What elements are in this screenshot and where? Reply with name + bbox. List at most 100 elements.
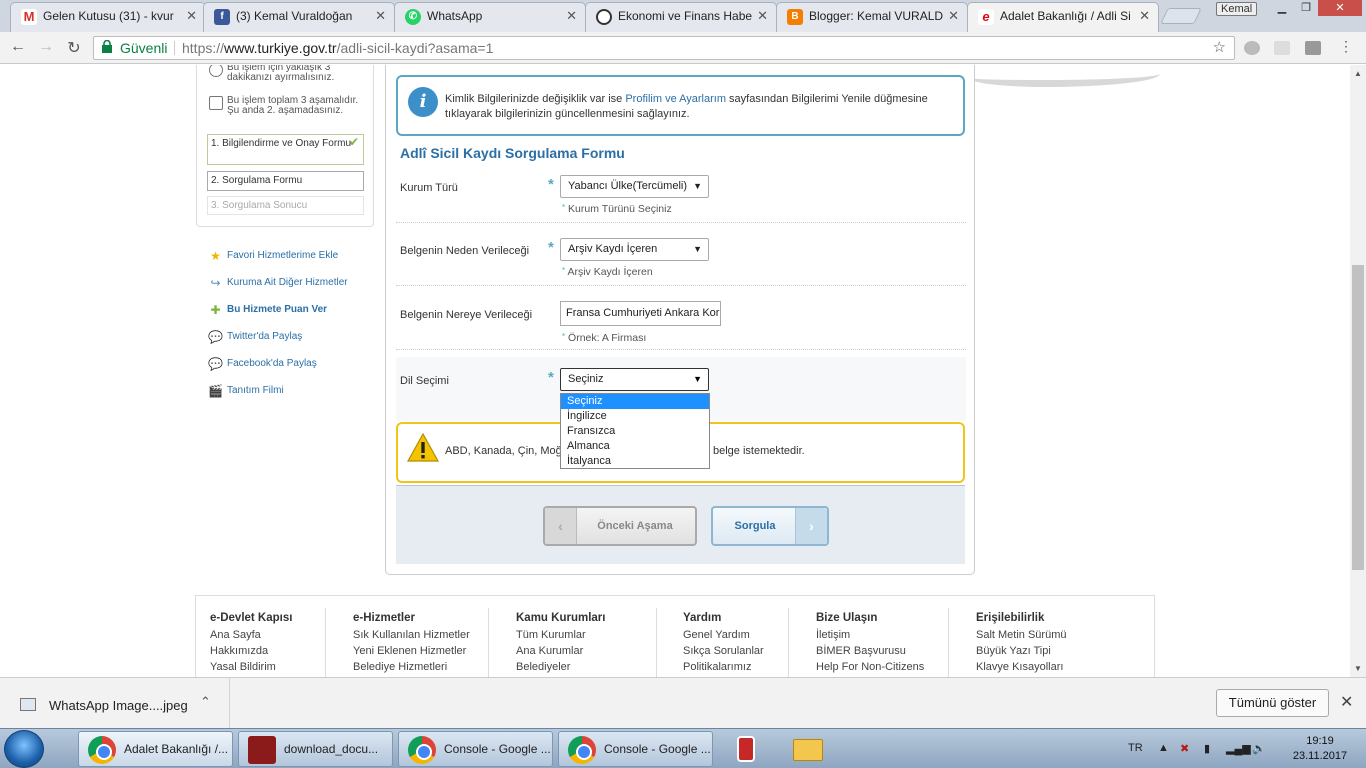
footer-divider [656, 608, 657, 677]
close-icon[interactable]: ✕ [1340, 692, 1353, 712]
footer-column: Bize Ulaşın İletişim BİMER Başvurusu Hel… [816, 612, 924, 675]
footer-link[interactable]: Ana Sayfa [210, 627, 292, 643]
footer-link[interactable]: Yasal Bildirim [210, 659, 292, 675]
usb-app-icon[interactable] [718, 731, 772, 767]
row-neden: Belgenin Neden Verileceği * Arşiv Kaydı … [396, 230, 966, 286]
required-marker: * [548, 369, 554, 386]
header-decoration [970, 65, 1160, 87]
tab-facebook[interactable]: f (3) Kemal Vuraldoğan ✕ [203, 2, 395, 32]
footer-link[interactable]: Belediye Hizmetleri [353, 659, 470, 675]
close-icon[interactable]: ✕ [186, 3, 197, 29]
footer-link[interactable]: Help For Non-Citizens [816, 659, 924, 675]
facebook-icon: f [214, 9, 230, 25]
tab-blogger[interactable]: B Blogger: Kemal VURALD ✕ [776, 2, 968, 32]
dropdown-option[interactable]: İtalyanca [561, 454, 709, 469]
battery-icon[interactable]: ▮ [1204, 742, 1210, 755]
footer-link[interactable]: Genel Yardım [683, 627, 764, 643]
neden-select[interactable]: Arşiv Kaydı İçeren ▼ [560, 238, 709, 261]
close-icon[interactable]: ✕ [948, 3, 959, 29]
signal-icon[interactable]: ▂▄▆ [1226, 742, 1251, 755]
close-window-button[interactable]: ✕ [1318, 0, 1362, 16]
field-label: Belgenin Nereye Verileceği [400, 309, 533, 321]
tab-adalet[interactable]: e Adalet Bakanlığı / Adli Si ✕ [967, 2, 1159, 32]
footer-link[interactable]: Sıkça Sorulanlar [683, 643, 764, 659]
tab-gmail[interactable]: M Gelen Kutusu (31) - kvur ✕ [10, 2, 206, 32]
close-icon[interactable]: ✕ [757, 3, 768, 29]
scroll-up-icon[interactable]: ▲ [1354, 69, 1362, 78]
scroll-down-icon[interactable]: ▼ [1354, 664, 1362, 673]
footer-link[interactable]: Politikalarımız [683, 659, 764, 675]
back-button[interactable]: ← [8, 38, 28, 56]
dil-select[interactable]: Seçiniz ▼ [560, 368, 709, 391]
show-hidden-icons-icon[interactable]: ▲ [1158, 742, 1169, 754]
dropdown-option[interactable]: Almanca [561, 439, 709, 454]
taskbar-item[interactable]: Console - Google ... [398, 731, 553, 767]
chrome-icon [568, 736, 596, 764]
address-bar[interactable]: Güvenli https://www.turkiye.gov.tr/adli-… [93, 36, 1235, 60]
dropdown-option[interactable]: Fransızca [561, 424, 709, 439]
scrollbar-thumb[interactable] [1352, 265, 1364, 570]
tab-whatsapp[interactable]: ✆ WhatsApp ✕ [394, 2, 586, 32]
nereye-input[interactable]: Fransa Cumhuriyeti Ankara Kor [560, 301, 721, 326]
cloud-extension-icon[interactable] [1244, 41, 1260, 55]
network-error-icon[interactable]: ✖ [1180, 742, 1189, 755]
footer-heading: Erişilebilirlik [976, 612, 1045, 624]
taskbar-item[interactable]: Console - Google ... [558, 731, 713, 767]
film-icon: 🎬 [208, 384, 223, 398]
footer-link[interactable]: Yeni Eklenen Hizmetler [353, 643, 470, 659]
close-icon[interactable]: ✕ [375, 3, 386, 29]
close-icon[interactable]: ✕ [566, 3, 577, 29]
footer-link[interactable]: Büyük Yazı Tipi [976, 643, 1066, 659]
kurum-turu-select[interactable]: Yabancı Ülke(Tercümeli) ▼ [560, 175, 709, 198]
taskbar-item[interactable]: download_docu... [238, 731, 393, 767]
footer-link[interactable]: Ana Kurumlar [516, 643, 605, 659]
pdf-extension-icon[interactable] [1305, 41, 1321, 55]
new-tab-button[interactable] [1160, 8, 1202, 24]
menu-icon[interactable]: ⋮ [1336, 38, 1356, 55]
url-host: www.turkiye.gov.tr [224, 40, 337, 56]
footer-link[interactable]: Sık Kullanılan Hizmetler [353, 627, 470, 643]
footer-link[interactable]: Hakkımızda [210, 643, 292, 659]
start-button[interactable] [4, 730, 44, 768]
tab-economy[interactable]: Ekonomi ve Finans Habe ✕ [585, 2, 777, 32]
profile-settings-link[interactable]: Profilim ve Ayarlarım [625, 93, 726, 105]
clock[interactable]: 19:19 23.11.2017 [1290, 734, 1350, 764]
footer-link[interactable]: İletişim [816, 627, 924, 643]
profile-button[interactable]: Kemal [1216, 2, 1258, 16]
check-icon: ✔ [348, 135, 359, 149]
close-icon[interactable]: ✕ [1139, 3, 1150, 29]
dropdown-option[interactable]: İngilizce [561, 409, 709, 424]
download-item[interactable]: WhatsApp Image....jpeg ⌃ [0, 678, 230, 728]
restore-button[interactable]: ❐ [1294, 0, 1318, 16]
rate-icon: ✚ [210, 303, 221, 317]
dropdown-option[interactable]: Seçiniz [561, 394, 709, 409]
form-title: Adlî Sicil Kaydı Sorgulama Formu [400, 145, 625, 161]
info-icon: i [408, 87, 438, 117]
volume-icon[interactable]: 🔊 [1252, 742, 1266, 755]
minimize-button[interactable]: ▁ [1270, 0, 1294, 16]
bookmark-star-icon[interactable]: ☆ [1213, 37, 1226, 59]
footer-heading: e-Hizmetler [353, 612, 415, 624]
folder-icon[interactable] [780, 731, 834, 767]
chevron-up-icon[interactable]: ⌃ [200, 694, 211, 710]
site-footer: e-Devlet Kapısı Ana Sayfa Hakkımızda Yas… [195, 595, 1155, 677]
language-indicator[interactable]: TR [1128, 742, 1143, 754]
footer-link[interactable]: BİMER Başvurusu [816, 643, 924, 659]
previous-step-button[interactable]: ‹ Önceki Aşama [543, 506, 697, 546]
taskbar-item[interactable]: Adalet Bakanlığı /... [78, 731, 233, 767]
language-dropdown-list[interactable]: Seçiniz İngilizce Fransızca Almanca İtal… [560, 393, 710, 469]
clock-icon [596, 9, 612, 25]
info-box: i Kimlik Bilgilerinizde değişiklik var i… [396, 75, 965, 136]
footer-link[interactable]: Belediyeler [516, 659, 605, 675]
footer-link[interactable]: Salt Metin Sürümü [976, 627, 1066, 643]
reload-button[interactable]: ↻ [64, 38, 84, 58]
extension-icon[interactable] [1274, 41, 1290, 55]
show-all-button[interactable]: Tümünü göster [1216, 689, 1329, 717]
query-button[interactable]: Sorgula › [711, 506, 829, 546]
footer-link[interactable]: Tüm Kurumlar [516, 627, 605, 643]
forward-button[interactable]: → [36, 38, 56, 56]
footer-link[interactable]: Klavye Kısayolları [976, 659, 1066, 675]
required-marker: * [548, 176, 554, 193]
footer-heading: e-Devlet Kapısı [210, 612, 293, 624]
page-scrollbar[interactable]: ▲ ▼ [1350, 65, 1366, 677]
